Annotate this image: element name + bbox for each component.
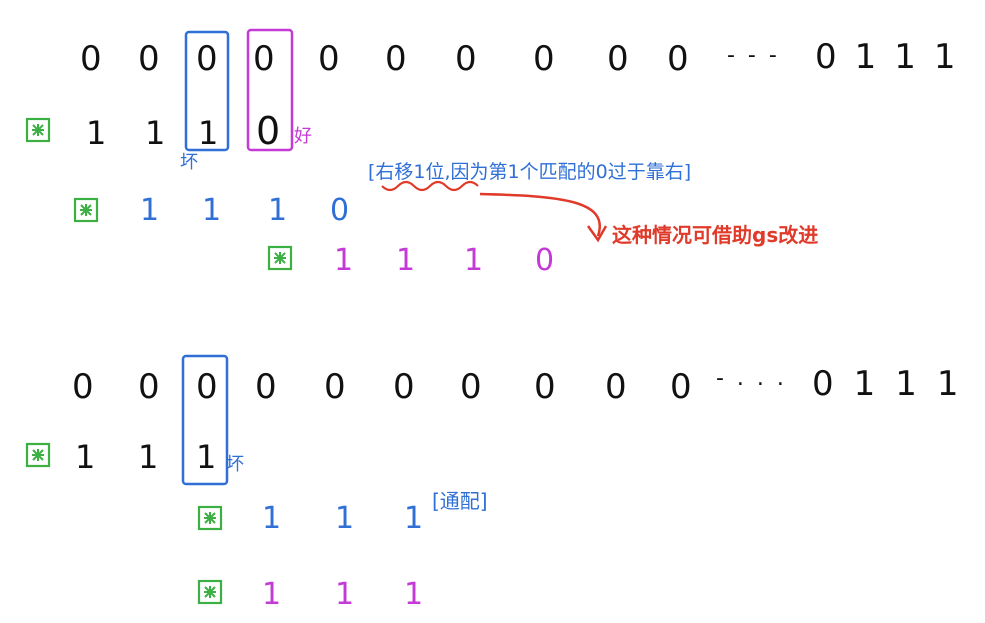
improve-note: 这种情况可借助gs改进	[612, 223, 818, 247]
pattern-char: 1	[464, 243, 483, 278]
top-text-row: 0 0 0 0 0 0 0 0 0 0 - - - 0111	[80, 37, 974, 79]
text-char: 0	[385, 39, 407, 79]
pattern-char: 1	[86, 114, 106, 152]
pattern-char: 0	[256, 109, 280, 153]
star-box-icon	[197, 579, 223, 605]
good-label: 好	[294, 126, 312, 147]
star-box-icon	[25, 442, 51, 468]
text-tail: 0111	[812, 364, 979, 404]
kmp-bad-char-diagram: 0 0 0 0 0 0 0 0 0 0 - - - 0111 1 1 1 0 好…	[25, 28, 979, 612]
pattern-char: 1	[196, 438, 216, 476]
text-char: 0	[533, 39, 555, 79]
text-char: 0	[670, 367, 692, 407]
wildcard-note: [通配]	[432, 489, 488, 513]
pattern-row-3: 1 1 1	[197, 577, 423, 612]
text-char: 0	[393, 367, 415, 407]
star-box-icon	[25, 117, 51, 143]
text-char: 0	[318, 39, 340, 79]
wavy-underline	[381, 180, 479, 192]
pattern-row-1: 1 1 1 0 好 坏	[25, 109, 312, 173]
pattern-char: 1	[396, 243, 415, 278]
pattern-char: 1	[202, 193, 221, 228]
text-char: 0	[605, 367, 627, 407]
text-char: 0	[255, 367, 277, 407]
ellipsis: - . . .	[716, 366, 787, 391]
text-char: 0	[460, 367, 482, 407]
text-char: 0	[138, 367, 160, 407]
pattern-row-2: 1 1 1 0	[73, 193, 349, 228]
pattern-char: 1	[262, 501, 281, 536]
text-char: 0	[80, 39, 102, 79]
bad-label: 坏	[226, 454, 244, 475]
text-char: 0	[667, 39, 689, 79]
pattern-char: 1	[335, 501, 354, 536]
bad-label: 坏	[180, 152, 198, 173]
pattern-char: 1	[334, 243, 353, 278]
pattern-char: 1	[404, 577, 423, 612]
pattern-row-2: 1 1 1 [通配]	[197, 489, 488, 536]
text-char: 0	[72, 367, 94, 407]
red-arrow	[479, 192, 601, 237]
text-char: 0	[607, 39, 629, 79]
text-char: 0	[196, 39, 218, 79]
ellipsis: - - -	[727, 43, 780, 68]
pattern-row-1: 1 1 1 坏	[25, 438, 244, 476]
text-char: 0	[455, 39, 477, 79]
pattern-char: 0	[330, 193, 349, 228]
pattern-char: 1	[145, 114, 165, 152]
shift-note: [右移1位,因为第1个匹配的0过于靠右]	[368, 161, 691, 183]
pattern-char: 1	[138, 438, 158, 476]
text-char: 0	[196, 367, 218, 407]
text-char: 0	[138, 39, 160, 79]
text-char: 0	[253, 39, 275, 79]
star-box-icon	[73, 197, 99, 223]
star-box-icon	[197, 505, 223, 531]
text-tail: 0111	[815, 37, 974, 77]
pattern-char: 1	[335, 577, 354, 612]
text-char: 0	[534, 367, 556, 407]
red-arrowhead	[586, 225, 608, 243]
pattern-char: 0	[535, 243, 554, 278]
pattern-char: 1	[262, 577, 281, 612]
text-char: 0	[324, 367, 346, 407]
pattern-row-3: 1 1 1 0	[267, 243, 554, 278]
pattern-char: 1	[75, 438, 95, 476]
pattern-char: 1	[404, 501, 423, 536]
star-box-icon	[267, 245, 293, 271]
pattern-char: 1	[198, 114, 218, 152]
bottom-text-row: 0 0 0 0 0 0 0 0 0 0 - . . . 0111	[72, 364, 979, 407]
pattern-char: 1	[140, 193, 159, 228]
pattern-char: 1	[268, 193, 287, 228]
